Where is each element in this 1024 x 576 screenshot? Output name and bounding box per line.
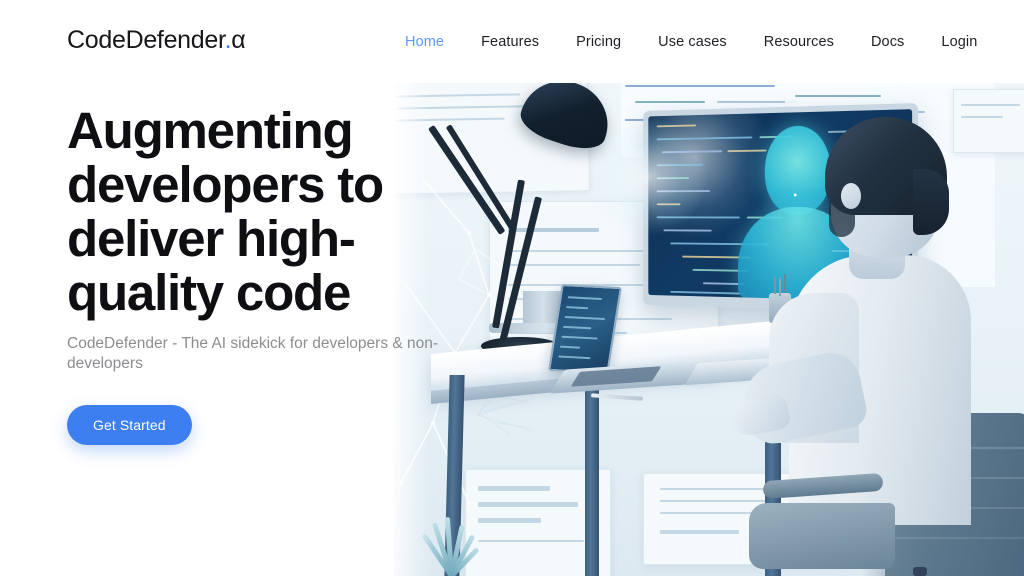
hero-subtitle: CodeDefender - The AI sidekick for devel… bbox=[67, 334, 467, 373]
desk-leg-middle bbox=[585, 359, 599, 576]
nav-item-docs[interactable]: Docs bbox=[871, 31, 904, 53]
main-navigation: Home Features Pricing Use cases Resource… bbox=[405, 31, 977, 53]
nav-item-features[interactable]: Features bbox=[481, 31, 539, 53]
office-chair-seat bbox=[749, 503, 895, 569]
site-header: CodeDefender.α Home Features Pricing Use… bbox=[0, 0, 1024, 82]
brand-logo[interactable]: CodeDefender.α bbox=[67, 26, 245, 55]
person-ear bbox=[841, 183, 861, 209]
developer-person bbox=[723, 97, 1023, 517]
landing-page: CodeDefender.α Home Features Pricing Use… bbox=[0, 0, 1024, 576]
nav-item-pricing[interactable]: Pricing bbox=[576, 31, 621, 53]
hero-text-block: Augmenting developers to deliver high-qu… bbox=[67, 104, 497, 445]
nav-item-use-cases[interactable]: Use cases bbox=[658, 31, 727, 53]
hero-cta-wrapper: Get Started bbox=[67, 405, 497, 445]
get-started-button[interactable]: Get Started bbox=[67, 405, 192, 445]
nav-item-login[interactable]: Login bbox=[941, 31, 977, 53]
nav-item-resources[interactable]: Resources bbox=[764, 31, 834, 53]
nav-item-home[interactable]: Home bbox=[405, 31, 444, 53]
brand-alpha-suffix: α bbox=[231, 26, 245, 54]
page-title: Augmenting developers to deliver high-qu… bbox=[67, 104, 497, 320]
brand-name: CodeDefender bbox=[67, 26, 225, 54]
office-chair-post bbox=[913, 567, 927, 576]
